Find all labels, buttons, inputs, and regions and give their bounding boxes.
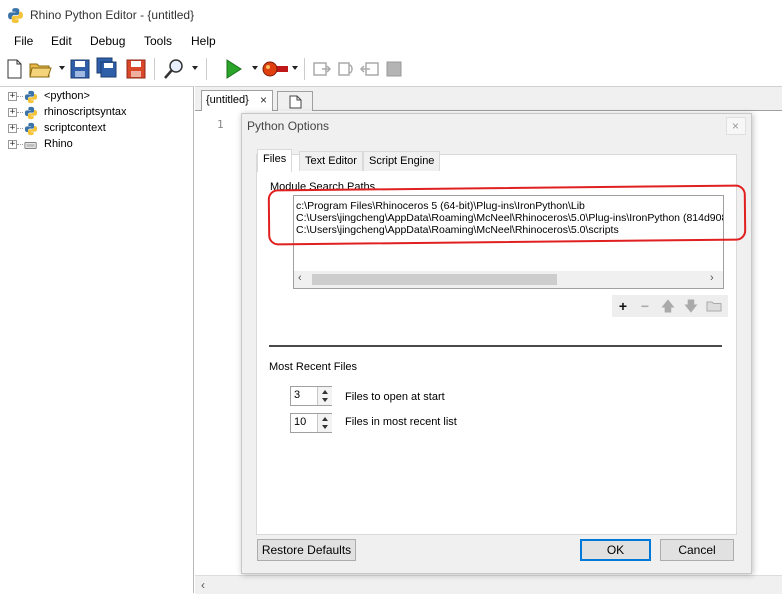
files-to-open-label: Files to open at start (345, 391, 445, 403)
tab-script-engine[interactable]: Script Engine (363, 151, 441, 171)
remove-icon[interactable]: − (636, 297, 654, 315)
stepper-down-icon[interactable] (322, 425, 328, 429)
tree-item-rhino[interactable]: + Rhino (0, 137, 190, 153)
stop-icon[interactable] (382, 57, 406, 81)
expand-icon[interactable]: + (8, 92, 17, 101)
menu-bar: File Edit Debug Tools Help (0, 30, 782, 52)
new-file-icon[interactable] (2, 57, 26, 81)
add-icon[interactable]: + (614, 297, 632, 315)
python-icon (24, 90, 38, 104)
toolbar-separator (154, 58, 155, 80)
open-dropdown-arrow[interactable] (59, 66, 65, 70)
recent-list-stepper[interactable]: 10 (290, 413, 332, 433)
tree-item-label: scriptcontext (44, 122, 106, 134)
ok-button[interactable]: OK (580, 539, 651, 561)
tab-label: {untitled} (206, 94, 249, 106)
expand-icon[interactable]: + (8, 140, 17, 149)
open-folder-icon[interactable] (28, 57, 52, 81)
tab-untitled[interactable]: {untitled} × (201, 90, 273, 111)
new-document-icon (289, 95, 302, 109)
save-all-icon[interactable] (96, 57, 120, 81)
recent-list-label: Files in most recent list (345, 416, 457, 428)
toolbar-separator (206, 58, 207, 80)
tree-item-label: <python> (44, 90, 90, 102)
editor-tab-strip: {untitled} × (195, 87, 782, 111)
close-icon: × (732, 119, 740, 133)
menu-tools[interactable]: Tools (144, 34, 172, 48)
find-icon[interactable] (162, 57, 186, 81)
stepper-up-icon[interactable] (322, 390, 328, 394)
scroll-left-icon[interactable]: ‹ (298, 272, 302, 284)
browse-folder-icon[interactable] (705, 297, 723, 315)
python-icon (24, 122, 38, 136)
stepper-up-icon[interactable] (322, 417, 328, 421)
section-divider (269, 345, 722, 347)
find-dropdown-arrow[interactable] (192, 66, 198, 70)
paths-horizontal-scrollbar[interactable]: ‹ › (294, 271, 723, 288)
toolbar (0, 52, 782, 86)
python-logo-icon (8, 8, 23, 23)
menu-file[interactable]: File (14, 34, 33, 48)
path-tools: + − 🡅 🡇 (612, 295, 728, 317)
menu-edit[interactable]: Edit (51, 34, 72, 48)
assembly-icon (24, 141, 37, 149)
expand-icon[interactable]: + (8, 108, 17, 117)
menu-help[interactable]: Help (191, 34, 216, 48)
tree-item-label: Rhino (44, 138, 73, 150)
new-tab-button[interactable] (277, 91, 313, 111)
restore-defaults-button[interactable]: Restore Defaults (257, 539, 356, 561)
tab-text-editor[interactable]: Text Editor (299, 151, 363, 171)
dialog-title: Python Options (247, 119, 330, 133)
most-recent-files-label: Most Recent Files (269, 361, 358, 373)
scroll-right-icon[interactable]: › (710, 272, 714, 284)
close-icon[interactable]: × (260, 93, 267, 107)
line-number: 1 (217, 118, 224, 131)
scroll-left-icon[interactable]: ‹ (201, 578, 205, 592)
scroll-thumb[interactable] (312, 274, 557, 285)
stepper-down-icon[interactable] (322, 398, 328, 402)
step-into-icon[interactable] (310, 57, 334, 81)
cancel-button[interactable]: Cancel (660, 539, 734, 561)
run-icon[interactable] (221, 57, 245, 81)
horizontal-scrollbar[interactable]: ‹ (195, 575, 782, 594)
save-as-icon[interactable] (124, 57, 148, 81)
python-options-dialog: Python Options × Files Text Editor Scrip… (241, 113, 752, 574)
line-number-gutter: 1 (195, 112, 243, 582)
dialog-close-button[interactable]: × (726, 117, 746, 135)
save-icon[interactable] (68, 57, 92, 81)
toolbar-separator (304, 58, 305, 80)
tab-files[interactable]: Files (257, 149, 293, 172)
files-to-open-stepper[interactable]: 3 (290, 386, 332, 406)
tree-item-label: rhinoscriptsyntax (44, 106, 127, 118)
step-out-icon[interactable] (358, 57, 382, 81)
record-icon[interactable] (260, 57, 290, 81)
tree-item-python[interactable]: + <python> (0, 89, 190, 105)
move-up-icon[interactable]: 🡅 (659, 297, 677, 315)
stepper-value[interactable]: 10 (294, 416, 306, 428)
run-dropdown-arrow[interactable] (252, 66, 258, 70)
stepper-value[interactable]: 3 (294, 389, 300, 401)
red-annotation-ellipse (267, 184, 747, 246)
move-down-icon[interactable]: 🡇 (682, 297, 700, 315)
title-bar: Rhino Python Editor - {untitled} (0, 0, 782, 30)
tree-item-scriptcontext[interactable]: + scriptcontext (0, 121, 190, 137)
python-icon (24, 106, 38, 120)
step-over-icon[interactable] (334, 57, 358, 81)
module-tree: + <python> + rhinoscriptsyntax + scriptc… (0, 86, 194, 593)
expand-icon[interactable]: + (8, 124, 17, 133)
record-dropdown-arrow[interactable] (292, 66, 298, 70)
window-title: Rhino Python Editor - {untitled} (30, 8, 195, 22)
tree-item-rhinoscriptsyntax[interactable]: + rhinoscriptsyntax (0, 105, 190, 121)
menu-debug[interactable]: Debug (90, 34, 125, 48)
